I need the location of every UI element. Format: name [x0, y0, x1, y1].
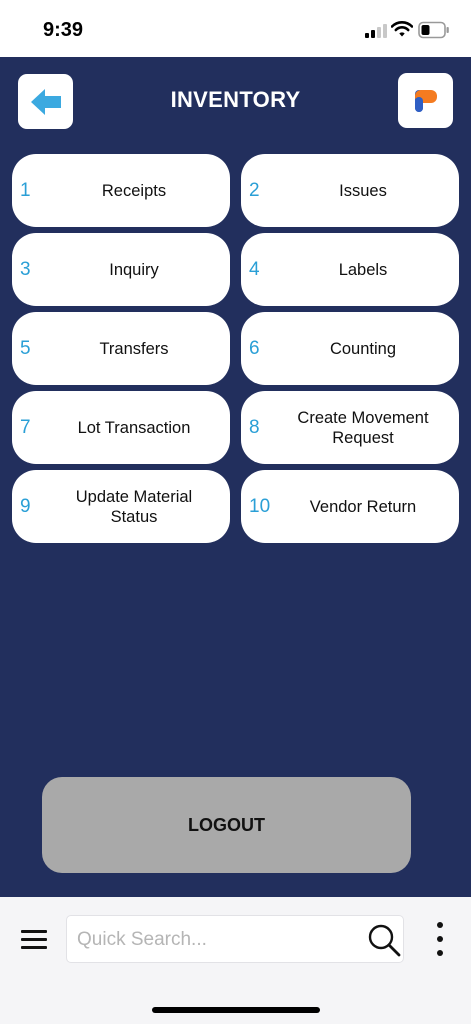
menu-item-lot-transaction[interactable]: 7 Lot Transaction	[12, 391, 230, 464]
menu-item-label: Transfers	[99, 339, 169, 358]
menu-item-number: 2	[249, 179, 260, 201]
bottom-toolbar	[0, 897, 471, 1024]
menu-item-number: 9	[20, 495, 31, 517]
menu-item-receipts[interactable]: 1 Receipts	[12, 154, 230, 227]
menu-item-counting[interactable]: 6 Counting	[241, 312, 459, 385]
menu-item-label: Lot Transaction	[77, 418, 191, 437]
menu-item-number: 7	[20, 416, 31, 438]
menu-item-number: 5	[20, 337, 31, 359]
more-vertical-icon[interactable]	[435, 922, 445, 958]
menu-item-label: Receipts	[101, 181, 167, 200]
menu-item-number: 8	[249, 416, 260, 438]
status-time: 9:39	[43, 19, 84, 41]
menu-item-label: Update Material Status	[75, 487, 193, 526]
menu-item-labels[interactable]: 4 Labels	[241, 233, 459, 306]
menu-item-label: Vendor Return	[309, 497, 417, 516]
menu-item-number: 6	[249, 337, 260, 359]
menu-item-issues[interactable]: 2 Issues	[241, 154, 459, 227]
menu-item-inquiry[interactable]: 3 Inquiry	[12, 233, 230, 306]
cellular-signal-icon	[365, 22, 387, 38]
app-logo-button[interactable]	[398, 73, 453, 128]
search-icon[interactable]	[367, 923, 401, 957]
menu-item-number: 4	[249, 258, 260, 280]
menu-item-label: Inquiry	[109, 260, 159, 279]
app-logo-icon	[414, 89, 437, 112]
menu-item-update-material-status[interactable]: 9 Update Material Status	[12, 470, 230, 543]
hamburger-menu-icon[interactable]	[21, 928, 47, 950]
menu-item-label: Counting	[329, 339, 397, 358]
wifi-icon	[391, 21, 413, 37]
battery-icon	[418, 21, 449, 39]
menu-item-number: 10	[249, 495, 271, 517]
menu-item-vendor-return[interactable]: 10 Vendor Return	[241, 470, 459, 543]
home-indicator	[152, 1007, 320, 1013]
menu-item-label: Issues	[339, 181, 387, 200]
main-panel: INVENTORY 1 Receipts 2 Issues 3 Inquiry …	[0, 57, 471, 897]
menu-item-label: Create Movement Request	[297, 408, 429, 447]
quick-search-box	[66, 915, 404, 963]
logout-button[interactable]: LOGOUT	[42, 777, 411, 873]
menu-item-transfers[interactable]: 5 Transfers	[12, 312, 230, 385]
menu-item-number: 3	[20, 258, 31, 280]
menu-grid: 1 Receipts 2 Issues 3 Inquiry 4 Labels 5…	[12, 154, 459, 544]
menu-item-create-movement-request[interactable]: 8 Create Movement Request	[241, 391, 459, 464]
menu-item-number: 1	[20, 179, 31, 201]
quick-search-input[interactable]	[75, 924, 359, 956]
menu-item-label: Labels	[338, 260, 388, 279]
status-bar: 9:39	[0, 0, 471, 57]
